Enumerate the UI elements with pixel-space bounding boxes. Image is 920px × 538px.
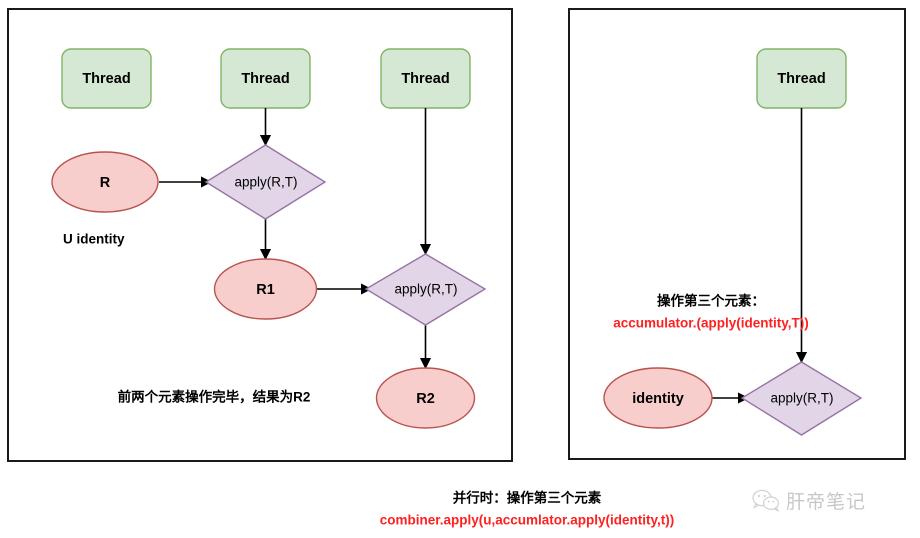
diamond-label: apply(R,T): [394, 282, 457, 297]
right-node-identity[interactable]: identity: [603, 367, 713, 429]
left-thread-2[interactable]: Thread: [220, 48, 311, 109]
watermark-label: 肝帝笔记: [786, 491, 867, 513]
left-thread-1[interactable]: Thread: [61, 48, 152, 109]
identity-note: U identity: [63, 232, 125, 247]
ellipse-label: identity: [632, 391, 684, 407]
wechat-icon: [752, 489, 780, 512]
footer-line-2: combiner.apply(u,accumlator.apply(identi…: [380, 513, 675, 528]
thread-label: Thread: [241, 71, 289, 87]
left-node-R2[interactable]: R2: [375, 367, 476, 429]
right-thread-1[interactable]: Thread: [756, 48, 847, 109]
left-node-R1[interactable]: R1: [213, 258, 318, 320]
watermark: 肝帝笔记: [752, 487, 866, 514]
right-note-title: 操作第三个元素：: [657, 293, 765, 309]
left-panel-caption: 前两个元素操作完毕，结果为R2: [118, 389, 311, 405]
diagram-svg: Thread Thread Thread R R1 R2 apply(R,T) …: [7, 8, 906, 528]
right-note-code: accumulator.(apply(identity,T)): [613, 316, 809, 331]
left-thread-3[interactable]: Thread: [380, 48, 471, 109]
ellipse-label: R2: [416, 391, 435, 407]
thread-label: Thread: [777, 71, 825, 87]
ellipse-label: R1: [256, 282, 275, 298]
ellipse-label: R: [100, 175, 111, 191]
thread-label: Thread: [82, 71, 130, 87]
footer-line-1: 并行时：操作第三个元素: [453, 490, 602, 506]
diamond-label: apply(R,T): [234, 175, 297, 190]
left-node-R[interactable]: R: [51, 151, 159, 213]
diagram-canvas: Thread Thread Thread R R1 R2 apply(R,T) …: [0, 0, 920, 538]
thread-label: Thread: [401, 71, 449, 87]
diamond-label: apply(R,T): [770, 391, 833, 406]
